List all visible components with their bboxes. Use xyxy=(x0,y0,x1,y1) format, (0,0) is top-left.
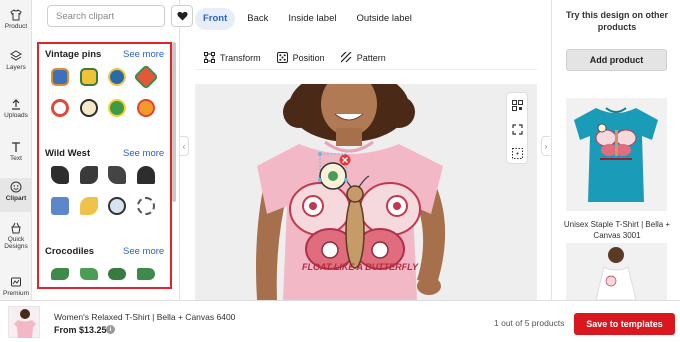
bottom-bar: Women's Relaxed T-Shirt | Bella + Canvas… xyxy=(0,300,680,342)
clipart-item[interactable] xyxy=(108,68,126,86)
text-icon xyxy=(12,142,20,152)
teal-shirt-image xyxy=(574,107,658,202)
left-rail: Product Layers Uploads Text Clipart Quic… xyxy=(0,0,32,300)
rail-item-label: Premium xyxy=(2,290,29,297)
right-panel: Try this design on other products Add pr… xyxy=(551,0,680,301)
search-input[interactable] xyxy=(47,5,165,27)
clipart-item[interactable] xyxy=(51,99,69,117)
save-to-templates-button[interactable]: Save to templates xyxy=(574,313,675,335)
rail-item-label: Uploads xyxy=(4,112,28,119)
rail-item-product[interactable]: Product xyxy=(0,9,32,30)
model-white-shirt-image xyxy=(595,247,637,301)
rail-item-label: Quick Designs xyxy=(4,236,28,250)
product-price: From $13.25 xyxy=(54,325,107,335)
chevron-left-icon: ‹ xyxy=(182,141,186,151)
section-title-crocodiles: Crocodiles xyxy=(45,246,95,257)
clipart-item[interactable] xyxy=(137,99,155,117)
position-label: Position xyxy=(292,52,325,63)
canvas-side-toolbar xyxy=(506,92,528,164)
pattern-icon xyxy=(340,52,352,63)
qr-icon[interactable] xyxy=(507,93,527,117)
section-title-vintage-pins: Vintage pins xyxy=(45,49,102,60)
clipart-item[interactable] xyxy=(80,166,98,184)
clipart-item[interactable] xyxy=(80,268,98,280)
rail-item-layers[interactable]: Layers xyxy=(0,50,32,71)
rail-item-text[interactable]: Text xyxy=(0,141,32,162)
pink-shirt-thumb xyxy=(14,309,36,338)
pattern-tool[interactable]: Pattern xyxy=(340,52,386,63)
design-toolbar: Transform Position Pattern xyxy=(195,46,537,70)
rail-item-premium[interactable]: Premium xyxy=(0,276,32,297)
clipart-item[interactable] xyxy=(51,197,69,215)
clipart-item[interactable] xyxy=(80,197,98,215)
add-product-button[interactable]: Add product xyxy=(566,49,667,71)
clipart-item[interactable] xyxy=(51,68,69,86)
rail-item-uploads[interactable]: Uploads xyxy=(0,98,32,119)
bucket-icon xyxy=(11,222,21,234)
transform-icon xyxy=(204,52,215,63)
see-more-wild-west[interactable]: See more xyxy=(123,148,164,159)
clipart-item[interactable] xyxy=(51,166,69,184)
collapse-panel-button[interactable]: ‹ xyxy=(180,136,189,156)
view-tabs: Front Back Inside label Outside label xyxy=(195,8,420,30)
design-slogan: FLOAT LIKE A BUTTERFLY xyxy=(302,262,418,272)
rail-item-label: Product xyxy=(4,23,28,30)
product-thumbnail[interactable] xyxy=(566,98,667,211)
rail-item-clipart[interactable]: Clipart xyxy=(0,178,32,212)
premium-icon xyxy=(11,277,21,287)
clipart-item[interactable] xyxy=(137,268,155,280)
clipart-item[interactable] xyxy=(108,166,126,184)
chevron-right-icon: › xyxy=(544,141,548,151)
tab-back[interactable]: Back xyxy=(239,8,276,30)
upload-icon xyxy=(12,99,20,110)
heart-icon xyxy=(176,11,188,21)
smiley-icon xyxy=(10,181,22,193)
design-canvas[interactable]: FLOAT LIKE A BUTTERFLY xyxy=(195,84,537,300)
info-icon[interactable]: i xyxy=(106,325,115,334)
right-panel-title: Try this design on other products xyxy=(566,10,669,32)
current-product-thumbnail[interactable] xyxy=(8,306,40,338)
clipart-item[interactable] xyxy=(137,166,155,184)
transform-tool[interactable]: Transform xyxy=(204,52,261,63)
rail-item-label: Layers xyxy=(6,64,26,71)
section-title-wild-west: Wild West xyxy=(45,148,91,159)
transform-label: Transform xyxy=(220,52,261,63)
clipart-item[interactable] xyxy=(80,68,98,86)
layers-icon xyxy=(10,50,22,61)
product-thumbnail-2[interactable] xyxy=(566,243,667,301)
clipart-item[interactable] xyxy=(108,268,126,280)
rail-item-label: Clipart xyxy=(5,195,27,202)
tab-inside-label[interactable]: Inside label xyxy=(280,8,344,30)
product-count: 1 out of 5 products xyxy=(494,318,565,328)
clipart-item[interactable] xyxy=(51,268,69,280)
tab-outside-label[interactable]: Outside label xyxy=(348,8,419,30)
clipart-item[interactable] xyxy=(80,99,98,117)
grid-icon[interactable] xyxy=(507,141,527,165)
panel-scrollbar[interactable] xyxy=(172,42,176,202)
fullscreen-icon[interactable] xyxy=(507,117,527,141)
pattern-label: Pattern xyxy=(356,52,386,63)
clipart-item[interactable] xyxy=(108,99,126,117)
see-more-vintage-pins[interactable]: See more xyxy=(123,49,164,60)
favorites-button[interactable] xyxy=(171,5,193,27)
clipart-item[interactable] xyxy=(108,197,126,215)
clipart-item[interactable] xyxy=(137,197,155,215)
tab-front[interactable]: Front xyxy=(195,8,236,30)
see-more-crocodiles[interactable]: See more xyxy=(123,246,164,257)
position-icon xyxy=(276,52,288,63)
rail-item-quick-designs[interactable]: Quick Designs xyxy=(0,222,32,250)
shirt-icon xyxy=(10,9,22,21)
product-caption: Unisex Staple T-Shirt | Bella + Canvas 3… xyxy=(563,220,671,240)
product-name: Women's Relaxed T-Shirt | Bella + Canvas… xyxy=(54,312,236,322)
expand-right-panel-button[interactable]: › xyxy=(541,136,550,156)
rail-item-label: Text xyxy=(10,155,22,162)
position-tool[interactable]: Position xyxy=(276,52,325,63)
